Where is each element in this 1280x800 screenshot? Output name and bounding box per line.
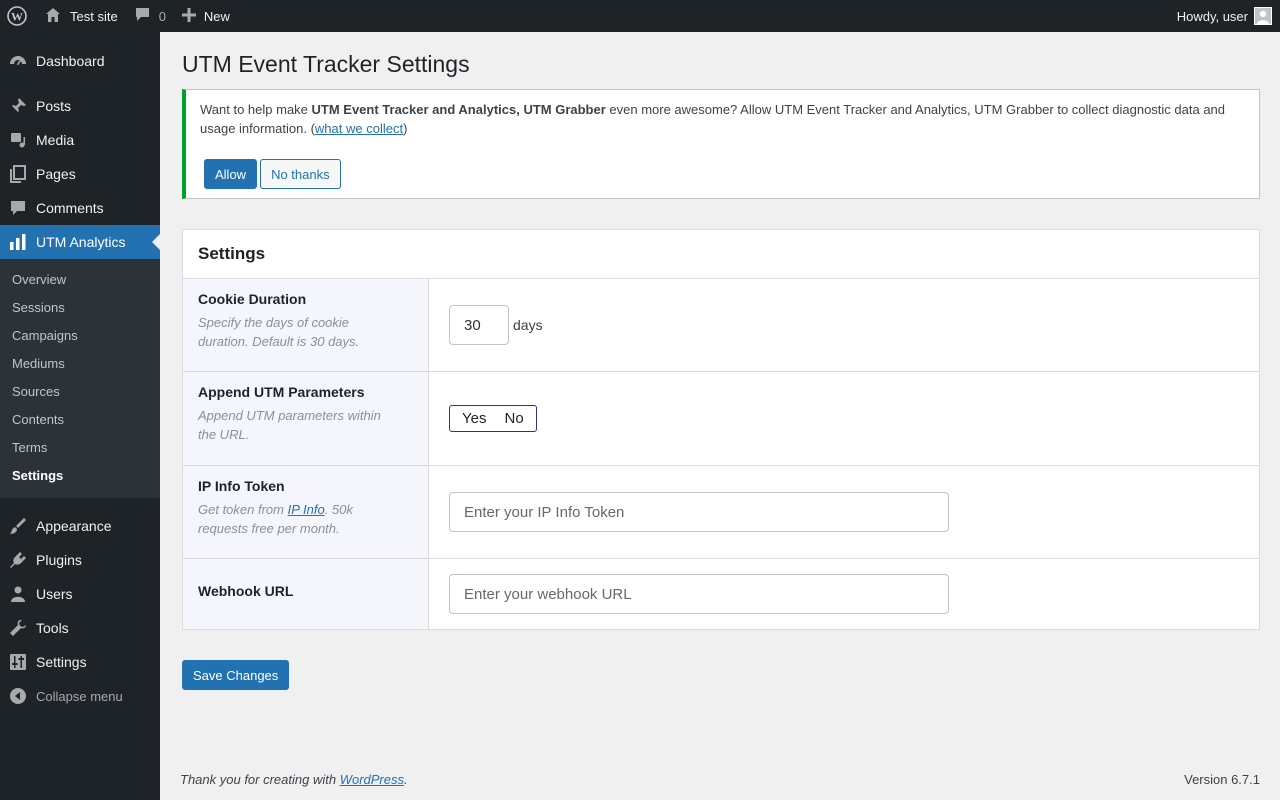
submenu-item-sources[interactable]: Sources [0, 378, 160, 406]
submenu-item-terms[interactable]: Terms [0, 434, 160, 462]
notice-text-post: ) [403, 121, 408, 136]
notice-text-pre: Want to help make [200, 102, 312, 117]
settings-row-append-utm: Append UTM Parameters Append UTM paramet… [183, 372, 1259, 466]
pin-icon [0, 97, 36, 115]
media-icon [0, 131, 36, 149]
sidebar-item-users[interactable]: Users [0, 577, 160, 611]
sidebar-item-settings[interactable]: Settings [0, 645, 160, 679]
ip-info-desc-pre: Get token from [198, 502, 288, 517]
sidebar-item-utm-analytics[interactable]: UTM Analytics [0, 225, 160, 259]
webhook-url-input[interactable]: Enter your webhook URL [449, 574, 949, 614]
footer-thanks: Thank you for creating with WordPress. [180, 772, 408, 787]
footer-version: Version 6.7.1 [1184, 772, 1260, 787]
sidebar-item-dashboard[interactable]: Dashboard [0, 44, 160, 78]
ip-info-desc: Get token from IP Info. 50k requests fre… [198, 500, 413, 538]
wordpress-logo-icon[interactable]: W [0, 0, 34, 32]
ip-info-label: IP Info Token [198, 478, 285, 494]
notice-text: Want to help make UTM Event Tracker and … [200, 100, 1247, 138]
comments-count: 0 [158, 8, 166, 24]
greeting: Howdy, user [1176, 8, 1248, 24]
collapse-arrow-icon [0, 687, 36, 705]
append-utm-label: Append UTM Parameters [198, 384, 365, 400]
main-content: UTM Event Tracker Settings Want to help … [160, 32, 1280, 800]
collapse-menu-label: Collapse menu [36, 688, 123, 704]
page-title: UTM Event Tracker Settings [182, 51, 470, 77]
sidebar-item-label: Posts [36, 98, 72, 114]
sidebar-item-appearance[interactable]: Appearance [0, 509, 160, 543]
ip-info-link[interactable]: IP Info [288, 502, 325, 517]
ip-info-token-input[interactable]: Enter your IP Info Token [449, 492, 949, 532]
sidebar-item-comments[interactable]: Comments [0, 191, 160, 225]
sidebar-item-label: Appearance [36, 518, 112, 534]
webhook-url-label: Webhook URL [198, 583, 294, 599]
sidebar-item-label: Users [36, 586, 73, 602]
sidebar-item-label: Media [36, 132, 75, 148]
avatar [1254, 7, 1272, 25]
cookie-duration-label: Cookie Duration [198, 291, 307, 307]
sidebar-item-label: Pages [36, 166, 76, 182]
sidebar-item-plugins[interactable]: Plugins [0, 543, 160, 577]
new-content-link[interactable]: New [174, 0, 238, 32]
plugin-icon [0, 551, 36, 569]
svg-text:W: W [11, 10, 23, 24]
append-utm-toggle[interactable]: Yes No [449, 405, 537, 432]
home-icon [44, 6, 62, 27]
settings-card: Settings Cookie Duration Specify the day… [182, 229, 1260, 630]
comments-icon [0, 199, 36, 217]
site-name-link[interactable]: Test site [34, 0, 126, 32]
submenu-item-settings[interactable]: Settings [0, 462, 160, 490]
sidebar-item-label: Comments [36, 200, 104, 216]
site-name: Test site [70, 8, 118, 24]
toggle-no-option[interactable]: No [504, 410, 523, 427]
sidebar-item-tools[interactable]: Tools [0, 611, 160, 645]
no-thanks-button[interactable]: No thanks [260, 159, 341, 189]
allow-button[interactable]: Allow [204, 159, 258, 189]
opt-in-notice: Want to help make UTM Event Tracker and … [182, 89, 1260, 199]
what-we-collect-link[interactable]: what we collect [315, 121, 403, 136]
dashboard-icon [0, 52, 36, 70]
comments-link[interactable]: 0 [126, 0, 174, 32]
submenu-item-contents[interactable]: Contents [0, 406, 160, 434]
new-label: New [203, 8, 230, 24]
brush-icon [0, 517, 36, 535]
cookie-duration-desc: Specify the days of cookie duration. Def… [198, 315, 360, 349]
admin-sidebar: Dashboard Posts Media Pages Comments UTM… [0, 32, 160, 800]
my-account-link[interactable]: Howdy, user [1177, 0, 1272, 32]
sidebar-item-label: Tools [36, 620, 69, 636]
cookie-duration-input[interactable]: 30 [449, 305, 509, 345]
sidebar-item-media[interactable]: Media [0, 123, 160, 157]
user-icon [0, 585, 36, 603]
sliders-icon [0, 653, 36, 671]
submenu-item-overview[interactable]: Overview [0, 266, 160, 294]
wordpress-link[interactable]: WordPress [340, 772, 404, 787]
settings-row-cookie-duration: Cookie Duration Specify the days of cook… [183, 279, 1259, 372]
sidebar-item-pages[interactable]: Pages [0, 157, 160, 191]
sidebar-item-posts[interactable]: Posts [0, 89, 160, 123]
settings-row-webhook: Webhook URL Enter your webhook URL [183, 559, 1259, 629]
bar-chart-icon [0, 233, 36, 251]
sidebar-item-label: Plugins [36, 552, 82, 568]
sidebar-item-label: UTM Analytics [36, 234, 126, 250]
submenu-item-sessions[interactable]: Sessions [0, 294, 160, 322]
settings-heading: Settings [183, 230, 1259, 279]
toggle-yes-option[interactable]: Yes [462, 410, 486, 427]
save-changes-button[interactable]: Save Changes [182, 660, 290, 690]
admin-bar: W Test site 0 New Howdy, user [0, 0, 1280, 32]
footer-thanks-post: . [404, 772, 408, 787]
cookie-duration-unit: days [513, 317, 543, 333]
footer-thanks-pre: Thank you for creating with [180, 772, 340, 787]
sidebar-item-label: Settings [36, 654, 87, 670]
append-utm-desc: Append UTM parameters within the URL. [198, 408, 381, 442]
collapse-menu-button[interactable]: Collapse menu [0, 679, 160, 713]
submenu-item-mediums[interactable]: Mediums [0, 350, 160, 378]
notice-plugin-name: UTM Event Tracker and Analytics, UTM Gra… [311, 102, 606, 117]
comment-bubble-icon [134, 6, 151, 26]
wrench-icon [0, 619, 36, 637]
plus-icon [181, 7, 196, 25]
settings-row-ip-info: IP Info Token Get token from IP Info. 50… [183, 466, 1259, 559]
submenu-item-campaigns[interactable]: Campaigns [0, 322, 160, 350]
utm-analytics-submenu: Overview Sessions Campaigns Mediums Sour… [0, 259, 160, 498]
sidebar-item-label: Dashboard [36, 53, 105, 69]
pages-icon [0, 165, 36, 183]
